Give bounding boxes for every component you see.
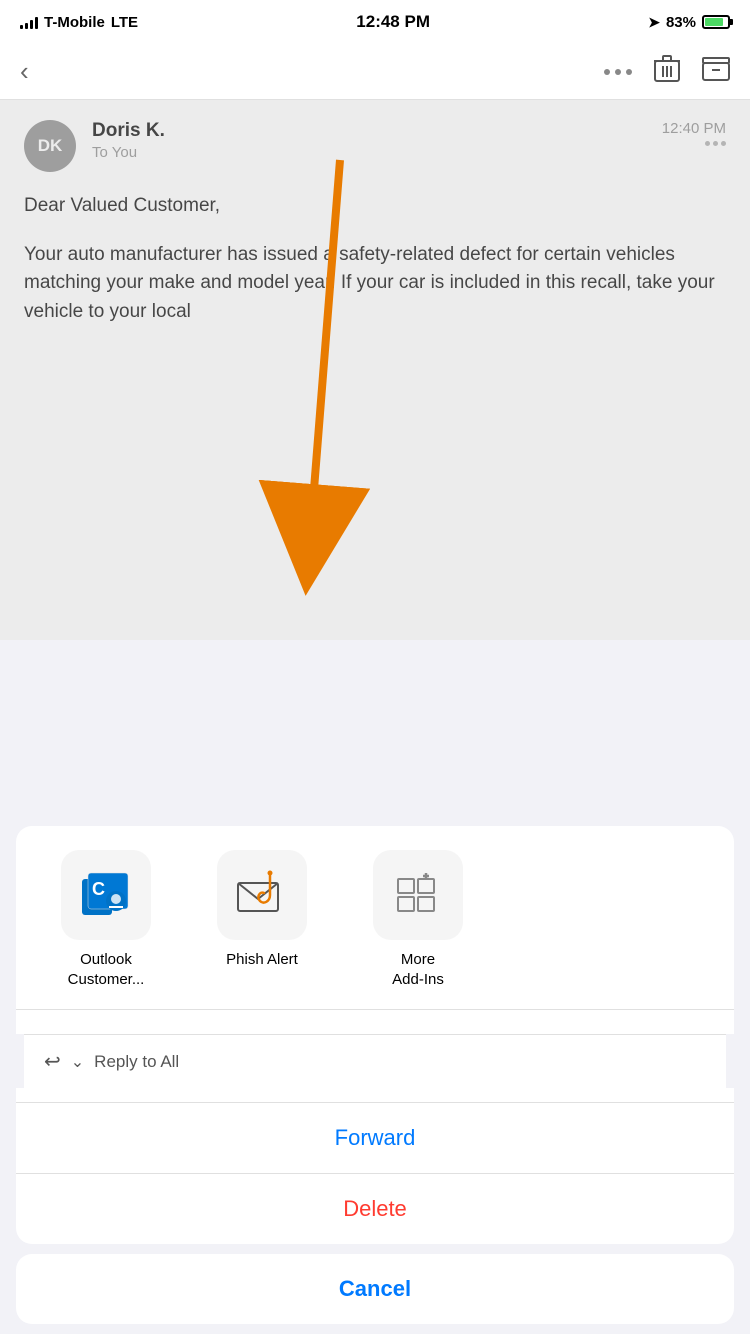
email-body-text: Your auto manufacturer has issued a safe… [24, 241, 726, 327]
forward-label: Forward [36, 1125, 714, 1151]
forward-action[interactable]: Forward [16, 1103, 734, 1173]
annotation-arrow [0, 100, 750, 640]
more-addins-icon [392, 869, 444, 921]
more-addins-icon-box [373, 850, 463, 940]
carrier-label: T-Mobile [44, 14, 105, 31]
sender-to: To You [92, 144, 646, 161]
more-options-button[interactable] [604, 69, 632, 75]
email-header: DK Doris K. To You 12:40 PM [24, 120, 726, 172]
reply-to-all-bar[interactable]: ↩ ⌄ Reply to All [24, 1034, 726, 1088]
chevron-down-icon: ⌄ [71, 1052, 84, 1072]
phish-alert-icon-box [217, 850, 307, 940]
phish-alert-label: Phish Alert [226, 950, 298, 970]
email-time-area: 12:40 PM [662, 120, 726, 146]
addin-outlook-customer[interactable]: C OutlookCustomer... [36, 850, 176, 989]
reply-to-all-icon: ↩ [44, 1049, 61, 1074]
more-addins-label: MoreAdd-Ins [392, 950, 444, 989]
nav-right-actions [604, 55, 730, 89]
outlook-customer-icon: C [80, 869, 132, 921]
back-button[interactable]: ‹ [20, 56, 29, 87]
status-bar: T-Mobile LTE 12:48 PM ➤ 83% [0, 0, 750, 44]
sender-avatar: DK [24, 120, 76, 172]
email-body: Dear Valued Customer, Your auto manufact… [24, 192, 726, 326]
trash-button[interactable] [654, 55, 680, 89]
battery-percent: 83% [666, 14, 696, 31]
status-left: T-Mobile LTE [20, 14, 138, 31]
outlook-customer-icon-box: C [61, 850, 151, 940]
addin-phish-alert[interactable]: Phish Alert [192, 850, 332, 970]
delete-label: Delete [36, 1196, 714, 1222]
cancel-button[interactable]: Cancel [16, 1254, 734, 1324]
delete-action[interactable]: Delete [16, 1174, 734, 1244]
email-content-area: DK Doris K. To You 12:40 PM Dear Valued … [0, 100, 750, 640]
battery-icon [702, 15, 730, 29]
status-right: ➤ 83% [648, 14, 730, 31]
cancel-label: Cancel [36, 1276, 714, 1302]
sender-name: Doris K. [92, 120, 646, 142]
email-meta: Doris K. To You [92, 120, 646, 161]
location-icon: ➤ [648, 14, 660, 31]
status-time: 12:48 PM [356, 12, 430, 32]
email-more-options[interactable] [705, 141, 726, 146]
archive-button[interactable] [702, 57, 730, 87]
reply-to-all-label: Reply to All [94, 1052, 179, 1072]
action-sheet: ↩ ⌄ Reply to All C [0, 826, 750, 1334]
email-greeting: Dear Valued Customer, [24, 192, 726, 221]
nav-bar: ‹ [0, 44, 750, 100]
email-time: 12:40 PM [662, 120, 726, 137]
network-label: LTE [111, 14, 138, 31]
outlook-customer-label: OutlookCustomer... [68, 950, 145, 989]
svg-text:C: C [92, 879, 105, 899]
signal-icon [20, 15, 38, 29]
phish-alert-icon [234, 869, 290, 921]
addin-more-addins[interactable]: MoreAdd-Ins [348, 850, 488, 989]
addins-row: C OutlookCustomer... [16, 826, 734, 1009]
